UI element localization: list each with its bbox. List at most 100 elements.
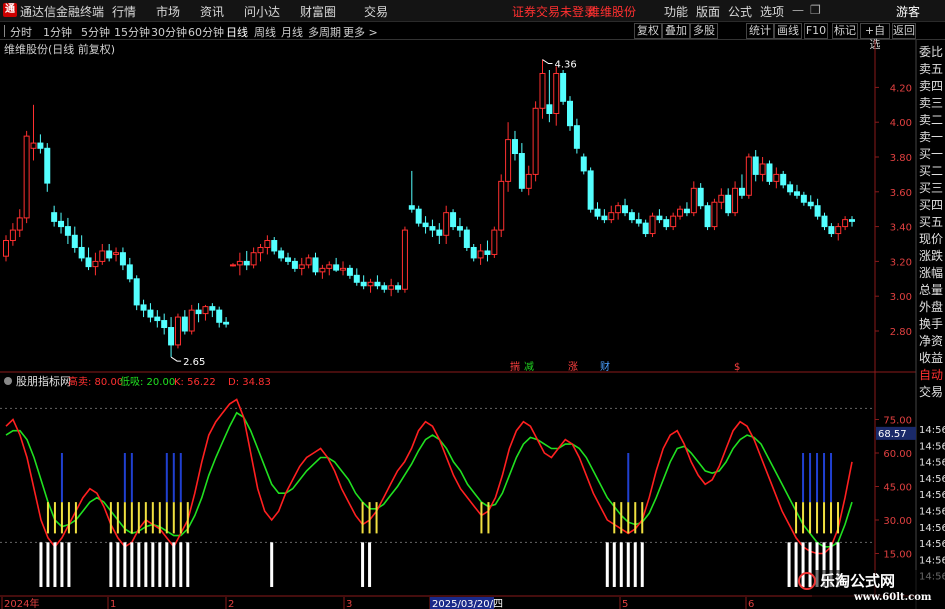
candle-body bbox=[498, 180, 505, 231]
candle-body bbox=[119, 252, 126, 266]
tab-weekly[interactable]: 周线 bbox=[254, 24, 276, 40]
tab-30min[interactable]: 30分钟 bbox=[151, 24, 187, 40]
candle-body bbox=[30, 142, 37, 149]
menu-item-options[interactable]: 选项 bbox=[760, 3, 784, 20]
event-marker-icon[interactable]: 减 bbox=[524, 361, 534, 373]
tab-15min[interactable]: 15分钟 bbox=[114, 24, 150, 40]
candle-body bbox=[725, 194, 732, 214]
candle-body bbox=[23, 135, 30, 219]
quote-panel-item[interactable]: 卖一 bbox=[918, 129, 945, 146]
price-tick-label: 3.80 bbox=[890, 153, 912, 164]
buy-signal-bar bbox=[641, 502, 644, 534]
buy-signal-bar bbox=[46, 502, 49, 534]
candle-body bbox=[546, 104, 553, 115]
quote-panel-item[interactable]: 委比 bbox=[918, 44, 945, 61]
menu-item-news[interactable]: 资讯 bbox=[200, 3, 224, 20]
quote-panel-item[interactable]: 涨跌 bbox=[918, 248, 945, 265]
menu-item-quotes[interactable]: 行情 bbox=[112, 3, 136, 20]
menu-item-formula[interactable]: 公式 bbox=[728, 3, 752, 20]
tab-60min[interactable]: 60分钟 bbox=[188, 24, 224, 40]
quote-panel-item[interactable]: 卖四 bbox=[918, 78, 945, 95]
f10-button[interactable]: F10 bbox=[804, 23, 828, 39]
mark-button[interactable]: 标记 bbox=[832, 23, 858, 39]
quote-panel-item[interactable]: 买二 bbox=[918, 163, 945, 180]
event-marker-icon[interactable]: $ bbox=[734, 362, 740, 373]
buy-signal-bar bbox=[375, 502, 378, 534]
tab-daily[interactable]: 日线 bbox=[226, 24, 248, 40]
quote-panel-item[interactable]: 交易 bbox=[918, 384, 945, 401]
quote-panel-item[interactable]: 现价 bbox=[918, 231, 945, 248]
minimize-icon[interactable]: — bbox=[792, 3, 804, 17]
strong-signal-bar bbox=[60, 453, 63, 503]
low-signal-bar bbox=[605, 542, 609, 587]
quote-panel-item[interactable]: 净资 bbox=[918, 333, 945, 350]
buy-signal-bar bbox=[172, 502, 175, 534]
tab-multi-period[interactable]: 多周期 bbox=[308, 24, 341, 40]
buy-signal-bar bbox=[116, 502, 119, 534]
indicator-menu-icon[interactable] bbox=[4, 377, 12, 385]
menu-item-market[interactable]: 市场 bbox=[156, 3, 180, 20]
buy-signal-bar bbox=[123, 502, 126, 534]
low-signal-bar bbox=[53, 542, 57, 587]
menu-item-ask-xiaoda[interactable]: 问小达 bbox=[244, 3, 280, 20]
quote-panel-item[interactable]: 买四 bbox=[918, 197, 945, 214]
quote-panel-item[interactable]: 买一 bbox=[918, 146, 945, 163]
candle-body bbox=[250, 252, 257, 266]
low-signal-bar bbox=[130, 542, 134, 587]
time-tick-label: 5 bbox=[622, 599, 628, 609]
tab-more[interactable]: 更多 > bbox=[343, 24, 378, 40]
add-watchlist-button[interactable]: +自选 bbox=[860, 23, 890, 51]
tab-1min[interactable]: 1分钟 bbox=[43, 24, 72, 40]
quote-panel-item[interactable]: 买五 bbox=[918, 214, 945, 231]
time-tick-label: 2025/03/20/四 bbox=[432, 599, 503, 609]
quote-panel-item[interactable]: 涨幅 bbox=[918, 265, 945, 282]
tab-intraday[interactable]: 分时 bbox=[10, 24, 32, 40]
candle-body bbox=[140, 304, 147, 311]
candle-body bbox=[236, 260, 243, 266]
candle-body bbox=[601, 215, 608, 221]
indicator-lines bbox=[5, 398, 853, 555]
quote-panel-item[interactable]: 卖三 bbox=[918, 95, 945, 112]
low-signal-bar bbox=[46, 542, 50, 587]
restore-icon[interactable]: ❐ bbox=[810, 3, 821, 17]
tab-5min[interactable]: 5分钟 bbox=[81, 24, 110, 40]
indicator-tick-label: 15.00 bbox=[883, 549, 912, 560]
back-button[interactable]: 返回 bbox=[892, 23, 916, 39]
adjust-button[interactable]: 复权 bbox=[634, 23, 662, 39]
high-pointer bbox=[542, 59, 553, 65]
strong-signal-bar bbox=[627, 453, 630, 503]
candle-body bbox=[340, 267, 347, 271]
multi-stock-button[interactable]: 多股 bbox=[690, 23, 718, 39]
candle-body bbox=[346, 267, 353, 276]
stock-chart[interactable]: 维维股份(日线 前复权) 4.20 4.00 3.80 3.60 3.40 3.20 3.00… bbox=[0, 40, 945, 609]
buy-signal-bar bbox=[361, 502, 364, 534]
overlay-button[interactable]: 叠加 bbox=[662, 23, 690, 39]
quote-panel-item[interactable]: 卖五 bbox=[918, 61, 945, 78]
event-marker-icon[interactable]: 涨 bbox=[568, 361, 578, 373]
draw-line-button[interactable]: 画线 bbox=[774, 23, 802, 39]
tab-monthly[interactable]: 月线 bbox=[281, 24, 303, 40]
event-marker-icon[interactable]: 财 bbox=[600, 360, 610, 373]
menu-item-functions[interactable]: 功能 bbox=[664, 3, 688, 20]
candle-body bbox=[842, 219, 849, 228]
login-status[interactable]: 证券交易未登录 bbox=[512, 3, 596, 20]
quote-panel-item[interactable]: 卖二 bbox=[918, 112, 945, 129]
menu-item-wealth-circle[interactable]: 财富圈 bbox=[300, 3, 336, 20]
menu-item-layout[interactable]: 版面 bbox=[696, 3, 720, 20]
candle-body bbox=[704, 205, 711, 228]
quote-panel-item[interactable]: 买三 bbox=[918, 180, 945, 197]
candle-body bbox=[800, 194, 807, 203]
menu-item-trade[interactable]: 交易 bbox=[364, 3, 388, 20]
statistics-button[interactable]: 统计 bbox=[746, 23, 774, 39]
quote-panel-item[interactable]: 总量 bbox=[918, 282, 945, 299]
event-marker-icon[interactable]: 揣 bbox=[510, 360, 520, 373]
guest-label[interactable]: 游客 bbox=[896, 3, 920, 20]
quote-panel-item[interactable]: 换手 bbox=[918, 316, 945, 333]
buy-signal-bar bbox=[74, 502, 77, 534]
quote-panel-item[interactable]: 自动 bbox=[918, 367, 945, 384]
quote-panel-item[interactable]: 外盘 bbox=[918, 299, 945, 316]
buy-signal-bar bbox=[634, 502, 637, 534]
quote-panel-item[interactable]: 收益 bbox=[918, 350, 945, 367]
candle-body bbox=[670, 215, 677, 228]
strong-signal-bar bbox=[179, 453, 182, 503]
